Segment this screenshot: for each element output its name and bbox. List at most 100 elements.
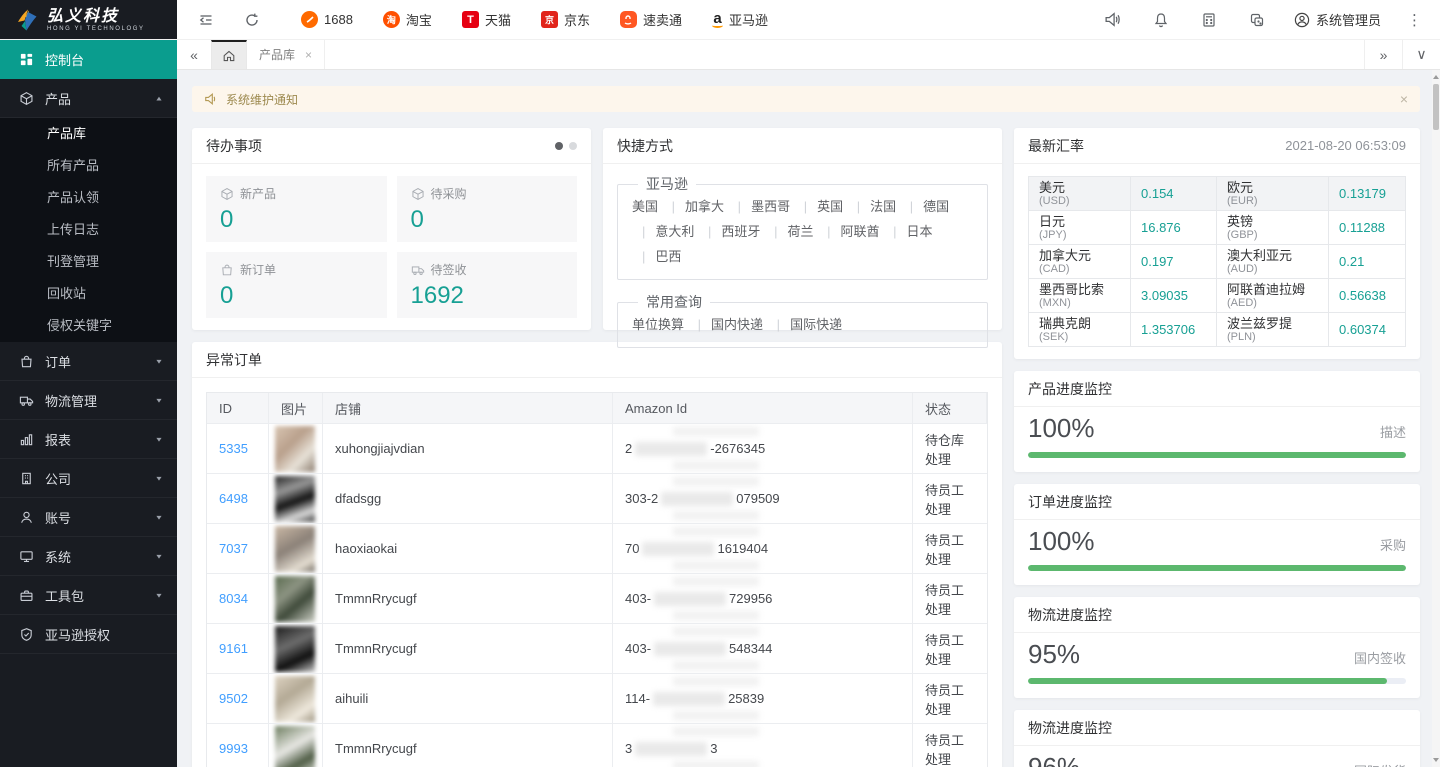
tab-close-icon[interactable]: × — [305, 48, 312, 62]
blurred-product-image[interactable] — [275, 426, 315, 472]
dashboard-icon — [19, 52, 34, 67]
shortcut-link[interactable]: 意大利 — [632, 224, 694, 239]
order-status: 待员工处理 — [913, 474, 987, 523]
sidebar-subitem[interactable]: 所有产品 — [0, 150, 177, 182]
shortcut-link[interactable]: 美国 — [632, 199, 658, 214]
announcement-speaker-icon[interactable] — [1102, 9, 1124, 31]
sidebar-group-reports[interactable]: 报表 ▼ — [0, 420, 177, 459]
shortcut-link[interactable]: 加拿大 — [662, 199, 724, 214]
table-row: 9161 TmmnRrycugf 403- 548344 — [207, 623, 987, 673]
order-id-link[interactable]: 7037 — [207, 524, 269, 573]
notification-bell-icon[interactable] — [1150, 9, 1172, 31]
order-id-link[interactable]: 5335 — [207, 424, 269, 473]
sidebar-item-amazon-auth[interactable]: 亚马逊授权 — [0, 615, 177, 654]
order-amazon-id: 403- 729956 — [613, 574, 913, 623]
todo-tile-new-orders[interactable]: 新订单 0 — [206, 252, 387, 318]
order-id-link[interactable]: 9993 — [207, 724, 269, 767]
sidebar-item-console[interactable]: 控制台 — [0, 40, 177, 79]
shortcut-link[interactable]: 巴西 — [632, 249, 681, 264]
shortcut-link[interactable]: 德国 — [900, 199, 949, 214]
blurred-product-image[interactable] — [275, 676, 315, 722]
sidebar-group-logistics[interactable]: 物流管理 ▼ — [0, 381, 177, 420]
scrollbar-up-arrow[interactable] — [1432, 72, 1440, 82]
amazon-id-suffix: -2676345 — [710, 441, 765, 456]
order-image-cell — [269, 474, 323, 523]
sidebar-subitem[interactable]: 回收站 — [0, 278, 177, 310]
sidebar-group-company[interactable]: 公司 ▼ — [0, 459, 177, 498]
shortcut-link[interactable]: 西班牙 — [698, 224, 760, 239]
order-id-link[interactable]: 6498 — [207, 474, 269, 523]
shortcut-link[interactable]: 英国 — [794, 199, 843, 214]
tabs-menu-chevron-icon[interactable]: ∨ — [1402, 40, 1440, 69]
blur-smudge — [673, 561, 759, 570]
collapse-sidebar-icon[interactable] — [195, 9, 217, 31]
progress-label: 国内签收 — [1354, 648, 1406, 667]
order-id-link[interactable]: 9161 — [207, 624, 269, 673]
sidebar-subitem[interactable]: 侵权关键字 — [0, 310, 177, 342]
blurred-product-image[interactable] — [275, 476, 315, 522]
user-menu[interactable]: 系统管理员 — [1294, 10, 1381, 29]
rate-value-cell: 0.56638 — [1329, 279, 1406, 313]
scrollbar-thumb[interactable] — [1433, 84, 1439, 130]
sidebar-group-system[interactable]: 系统 ▼ — [0, 537, 177, 576]
sidebar-subitem[interactable]: 产品认领 — [0, 182, 177, 214]
link-1688[interactable]: 1688 — [301, 11, 353, 28]
alert-close-icon[interactable]: × — [1400, 91, 1408, 107]
carousel-dot[interactable] — [569, 142, 577, 150]
todo-tile-to-sign[interactable]: 待签收 1692 — [397, 252, 578, 318]
shortcut-link[interactable]: 日本 — [883, 224, 932, 239]
shortcut-link[interactable]: 法国 — [847, 199, 896, 214]
todo-tile-to-purchase[interactable]: 待采购 0 — [397, 176, 578, 242]
shortcut-link[interactable]: 墨西哥 — [728, 199, 790, 214]
link-amazon[interactable]: a 亚马逊 — [712, 10, 768, 29]
shortcut-link[interactable]: 荷兰 — [764, 224, 813, 239]
todo-tile-new-products[interactable]: 新产品 0 — [206, 176, 387, 242]
header-right-tools: 系统管理员 ⋮ — [1102, 0, 1440, 39]
sidebar-group-account[interactable]: 账号 ▼ — [0, 498, 177, 537]
blurred-product-image[interactable] — [275, 576, 315, 622]
sidebar-group-product[interactable]: 产品 ▲ — [0, 79, 177, 118]
todo-tile-value: 0 — [411, 206, 564, 234]
rate-currency-code: (MXN) — [1039, 297, 1120, 309]
amazon-id-suffix: 3 — [710, 741, 717, 756]
calculator-icon[interactable] — [1198, 9, 1220, 31]
orders-column-header: 图片 — [269, 393, 323, 423]
tab-home[interactable] — [211, 40, 247, 69]
carousel-dots — [555, 142, 577, 150]
amazon-id-redacted — [635, 442, 707, 456]
order-id-link[interactable]: 9502 — [207, 674, 269, 723]
blurred-product-image[interactable] — [275, 726, 315, 767]
sidebar-subitem[interactable]: 产品库 — [0, 118, 177, 150]
sidebar-group-toolkit[interactable]: 工具包 ▼ — [0, 576, 177, 615]
sidebar-subitem[interactable]: 上传日志 — [0, 214, 177, 246]
shortcut-link[interactable]: 阿联酋 — [817, 224, 879, 239]
link-tmall[interactable]: T 天猫 — [462, 10, 511, 29]
blurred-product-image[interactable] — [275, 526, 315, 572]
rate-currency-code: (USD) — [1039, 195, 1120, 207]
more-kebab-icon[interactable]: ⋮ — [1407, 11, 1422, 29]
shortcut-link[interactable]: 国际快递 — [767, 317, 842, 332]
refresh-icon[interactable] — [241, 9, 263, 31]
tabs-scroll-left-icon[interactable]: « — [177, 40, 211, 69]
exchange-rates-title: 最新汇率 — [1028, 136, 1084, 156]
tabs-scroll-right-icon[interactable]: » — [1364, 40, 1402, 69]
link-jd[interactable]: 京 京东 — [541, 10, 590, 29]
shortcut-link[interactable]: 国内快递 — [688, 317, 763, 332]
sidebar-item-amazon-auth-label: 亚马逊授权 — [45, 625, 110, 644]
sidebar-subitem[interactable]: 刊登管理 — [0, 246, 177, 278]
shortcut-link[interactable]: 单位换算 — [632, 317, 684, 332]
vertical-scrollbar[interactable] — [1432, 70, 1440, 767]
link-taobao[interactable]: 淘 淘宝 — [383, 10, 432, 29]
theme-skin-icon[interactable] — [1246, 9, 1268, 31]
blurred-product-image[interactable] — [275, 626, 315, 672]
order-amazon-id: 403- 548344 — [613, 624, 913, 673]
home-icon — [222, 49, 236, 63]
order-id-link[interactable]: 8034 — [207, 574, 269, 623]
tab-product-library[interactable]: 产品库 × — [247, 40, 325, 69]
link-aliexpress[interactable]: 速卖通 — [620, 10, 682, 29]
carousel-dot-active[interactable] — [555, 142, 563, 150]
scrollbar-down-arrow[interactable] — [1432, 755, 1440, 765]
progress-card: 产品进度监控 100% 描述 — [1014, 371, 1420, 472]
shortcuts-card-header: 快捷方式 — [603, 128, 1002, 164]
sidebar-group-orders[interactable]: 订单 ▼ — [0, 342, 177, 381]
